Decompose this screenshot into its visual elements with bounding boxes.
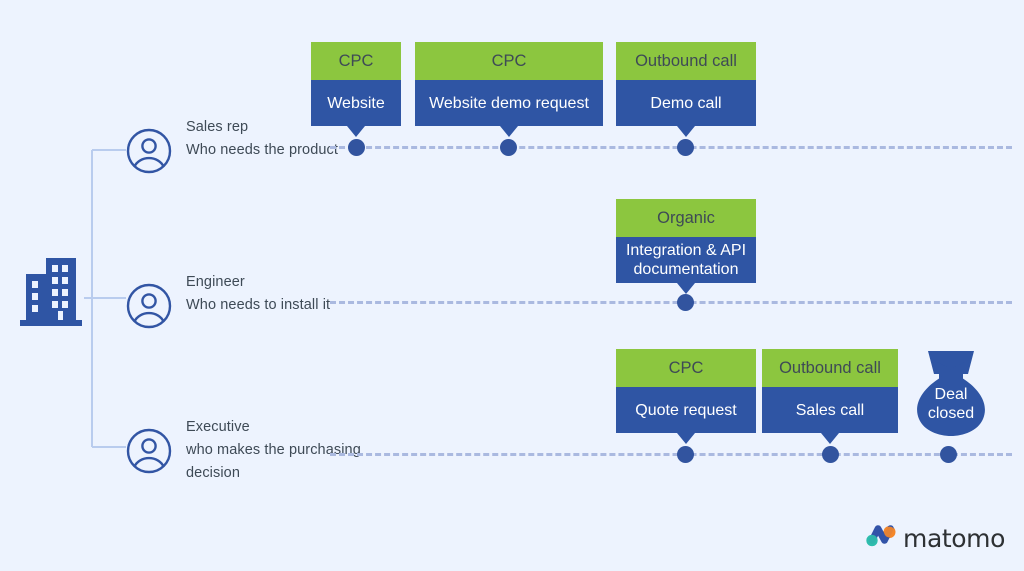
card-pointer-icon <box>677 126 695 137</box>
journey-card[interactable]: Outbound call Demo call <box>616 42 756 137</box>
card-pointer-icon <box>500 126 518 137</box>
journey-card[interactable]: Outbound call Sales call <box>762 349 898 444</box>
user-avatar-icon <box>126 283 172 329</box>
card-touchpoint: Integration & API documentation <box>616 237 756 283</box>
journey-card[interactable]: CPC Quote request <box>616 349 756 444</box>
card-channel: CPC <box>616 349 756 387</box>
timeline-dot <box>348 139 365 156</box>
card-pointer-icon <box>677 283 695 294</box>
card-pointer-icon <box>347 126 365 137</box>
card-pointer-icon <box>821 433 839 444</box>
journey-card[interactable]: CPC Website <box>311 42 401 137</box>
persona-label: Executive who makes the purchasing decis… <box>186 416 361 485</box>
card-pointer-icon <box>677 433 695 444</box>
card-channel: CPC <box>311 42 401 80</box>
card-channel: CPC <box>415 42 603 80</box>
timeline-dot <box>822 446 839 463</box>
card-channel: Organic <box>616 199 756 237</box>
timeline-dot <box>500 139 517 156</box>
card-channel: Outbound call <box>616 42 756 80</box>
timeline-sales-rep <box>330 146 1012 152</box>
timeline-engineer <box>330 301 1012 307</box>
journey-card[interactable]: CPC Website demo request <box>415 42 603 137</box>
money-bag-icon[interactable]: Deal closed <box>911 349 991 439</box>
customer-journey-diagram: Sales rep Who needs the product Engineer… <box>0 0 1024 571</box>
timeline-dot <box>677 294 694 311</box>
persona-description: who makes the purchasing decision <box>186 442 361 481</box>
journey-card[interactable]: Organic Integration & API documentation <box>616 199 756 294</box>
persona-title: Executive <box>186 419 250 435</box>
matomo-wordmark: matomo <box>903 523 1006 553</box>
persona-label: Engineer Who needs to install it <box>186 271 361 317</box>
matomo-logo: matomo <box>866 523 1005 553</box>
card-touchpoint: Sales call <box>762 387 898 433</box>
timeline-dot <box>677 446 694 463</box>
card-touchpoint: Quote request <box>616 387 756 433</box>
timeline-dot <box>677 139 694 156</box>
persona-title: Engineer <box>186 274 245 290</box>
user-avatar-icon <box>126 128 172 174</box>
card-channel: Outbound call <box>762 349 898 387</box>
timeline-executive <box>330 453 1012 459</box>
card-touchpoint: Website demo request <box>415 80 603 126</box>
user-avatar-icon <box>126 428 172 474</box>
card-touchpoint: Website <box>311 80 401 126</box>
matomo-logo-icon <box>866 524 896 552</box>
timeline-dot <box>940 446 957 463</box>
card-touchpoint: Demo call <box>616 80 756 126</box>
